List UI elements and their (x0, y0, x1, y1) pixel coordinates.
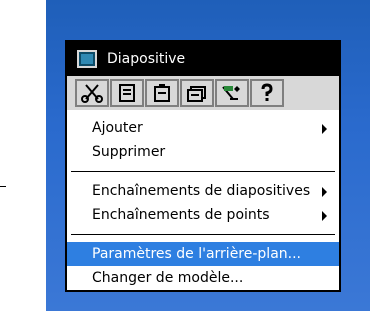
slides-stack-button[interactable] (180, 79, 214, 107)
menu-items: Ajouter Supprimer Enchaînements de diapo… (67, 116, 339, 290)
menu-item-enchainements-diapositives[interactable]: Enchaînements de diapositives (67, 179, 339, 203)
presentation-icon (77, 50, 97, 68)
menu-separator (71, 171, 335, 172)
diapositive-menu: Diapositive Ajouter Supprimer Enchaîneme… (65, 40, 341, 292)
menu-title: Diapositive (107, 51, 186, 67)
menu-item-label: Paramètres de l'arrière-plan... (92, 246, 302, 262)
slide-new-icon (119, 84, 135, 102)
submenu-arrow-icon (322, 124, 327, 134)
menu-item-label: Enchaînements de diapositives (92, 183, 311, 199)
menu-item-supprimer[interactable]: Supprimer (67, 140, 339, 164)
cut-icon (81, 84, 103, 103)
menu-item-label: Changer de modèle... (92, 270, 244, 286)
menu-item-ajouter[interactable]: Ajouter (67, 116, 339, 140)
new-slide-button[interactable] (110, 79, 144, 107)
leader-line (0, 186, 6, 187)
cut-button[interactable] (75, 79, 109, 107)
submenu-arrow-icon (322, 187, 327, 197)
menu-item-changer-modele[interactable]: Changer de modèle... (67, 266, 339, 290)
transition-wizard-icon (222, 86, 240, 100)
menu-separator (71, 234, 335, 235)
help-button[interactable] (250, 79, 284, 107)
menu-titlebar[interactable]: Diapositive (67, 42, 339, 76)
help-icon (261, 83, 273, 101)
menu-toolbar (67, 76, 339, 110)
menu-item-label: Enchaînements de points (92, 207, 270, 223)
slides-stack-icon (187, 86, 206, 102)
submenu-arrow-icon (322, 211, 327, 221)
slide-paste-icon (154, 84, 170, 102)
menu-item-label: Ajouter (92, 120, 143, 136)
transition-wizard-button[interactable] (215, 79, 249, 107)
menu-item-label: Supprimer (92, 144, 166, 160)
menu-item-parametres-arriere-plan[interactable]: Paramètres de l'arrière-plan... (67, 242, 339, 266)
menu-item-enchainements-points[interactable]: Enchaînements de points (67, 203, 339, 227)
paste-slide-button[interactable] (145, 79, 179, 107)
